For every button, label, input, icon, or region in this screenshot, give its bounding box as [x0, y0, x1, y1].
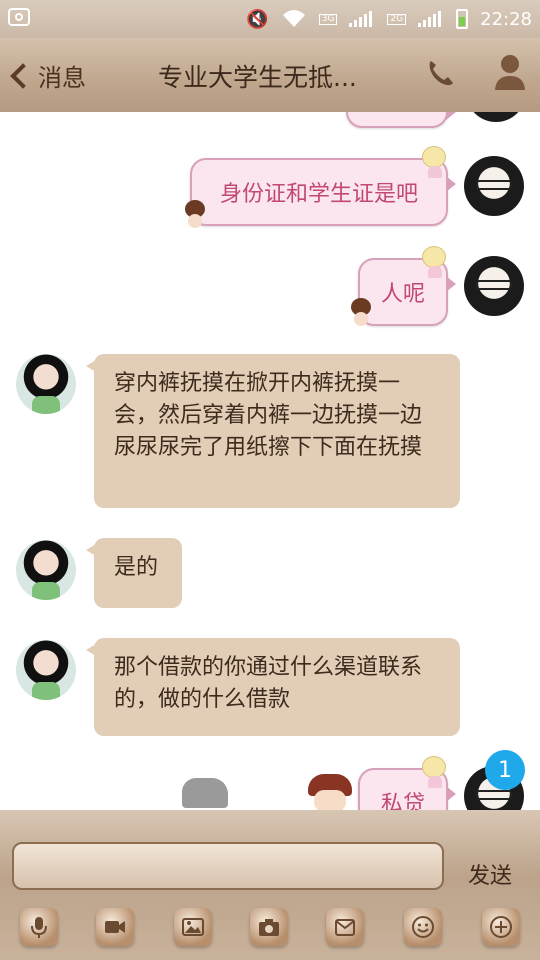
- network-2g-label: 2G: [387, 13, 407, 25]
- camera-icon[interactable]: [250, 908, 288, 946]
- sticker-boy-icon: [182, 200, 208, 230]
- message-bubble-partial: [346, 112, 456, 128]
- sticker-avatar-boy-icon: [304, 774, 356, 812]
- chat-header: 消息 专业大学生无抵...: [0, 38, 540, 113]
- message-text: 穿内裤抚摸在掀开内裤抚摸一会，然后穿着内裤一边抚摸一边尿尿尿完了用纸擦下下面在抚…: [114, 371, 423, 460]
- message-list[interactable]: 身份证和学生证是吧 人呢 穿内裤抚摸在掀开内裤抚摸一会，然后穿着内裤一边抚摸一边…: [0, 112, 540, 810]
- emoji-icon[interactable]: [404, 908, 442, 946]
- battery-icon: [456, 9, 469, 29]
- sticker-girl-icon: [418, 146, 448, 180]
- message-text: 那个借款的你通过什么渠道联系的，做的什么借款: [114, 655, 423, 712]
- back-button[interactable]: 消息: [10, 58, 86, 93]
- message-input[interactable]: [12, 842, 444, 890]
- wifi-icon: [282, 10, 305, 27]
- phone-icon[interactable]: [425, 58, 455, 88]
- avatar-self[interactable]: [464, 156, 524, 216]
- sticker-girl-icon: [418, 246, 448, 280]
- send-button[interactable]: 发送: [468, 858, 512, 890]
- message-bubble-incoming[interactable]: 穿内裤抚摸在掀开内裤抚摸一会，然后穿着内裤一边抚摸一边尿尿尿完了用纸擦下下面在抚…: [86, 354, 460, 508]
- avatar-contact[interactable]: [16, 354, 76, 414]
- unread-badge[interactable]: 1: [485, 750, 525, 790]
- signal-icon: [418, 11, 444, 27]
- message-bubble-incoming[interactable]: 是的: [86, 538, 182, 608]
- message-text: 是的: [114, 555, 159, 580]
- signal-icon: [349, 11, 375, 27]
- video-icon[interactable]: [96, 908, 134, 946]
- message-bubble-outgoing[interactable]: 身份证和学生证是吧: [190, 158, 456, 226]
- back-label: 消息: [38, 64, 86, 92]
- avatar-contact[interactable]: [16, 640, 76, 700]
- image-icon[interactable]: [174, 908, 212, 946]
- status-bar: 🔇 3G 2G 22:28: [0, 0, 540, 38]
- avatar-contact[interactable]: [16, 540, 76, 600]
- message-text: 身份证和学生证是吧: [219, 182, 418, 207]
- sticker-avatar-gray-icon: [178, 776, 232, 812]
- chat-title: 专业大学生无抵...: [158, 63, 357, 92]
- composer-bar: 发送: [0, 810, 540, 960]
- profile-icon[interactable]: [492, 52, 528, 92]
- network-3g-label: 3G: [318, 13, 338, 25]
- avatar-self[interactable]: [464, 256, 524, 316]
- sticker-boy-icon: [348, 298, 374, 328]
- message-bubble-incoming[interactable]: 那个借款的你通过什么渠道联系的，做的什么借款: [86, 638, 460, 736]
- microphone-icon[interactable]: [20, 908, 58, 946]
- status-time: 22:28: [480, 8, 532, 30]
- chevron-left-icon: [10, 62, 36, 89]
- sticker-girl-icon: [418, 756, 448, 790]
- composer-toolbar: [0, 902, 540, 960]
- envelope-icon[interactable]: [326, 908, 364, 946]
- screenshot-icon: [8, 8, 30, 26]
- mute-icon: 🔇: [246, 8, 269, 30]
- message-text: 人呢: [380, 282, 425, 307]
- status-icons: 🔇 3G 2G 22:28: [246, 6, 532, 32]
- plus-icon[interactable]: [482, 908, 520, 946]
- avatar-self: [466, 112, 526, 122]
